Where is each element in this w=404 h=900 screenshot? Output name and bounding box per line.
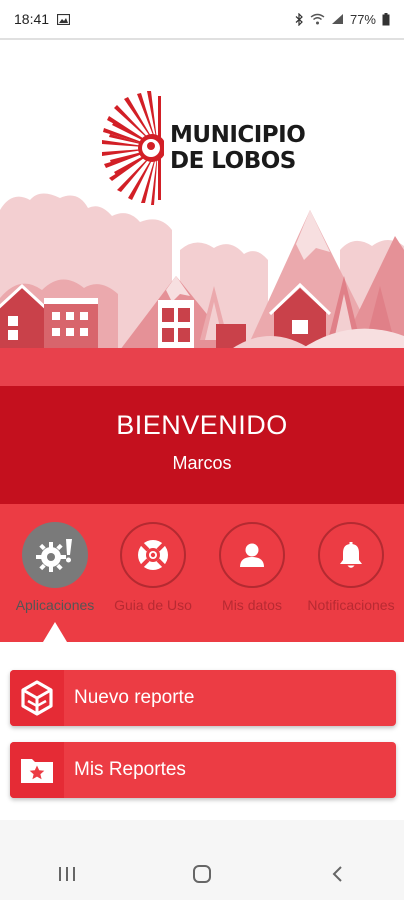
tab-mis-datos-circle[interactable] <box>219 522 285 588</box>
header: MUNICIPIO DE LOBOS <box>0 40 404 386</box>
battery-icon <box>382 12 390 25</box>
content-area: Nuevo reporte Mis Reportes <box>0 642 404 820</box>
tab-notificaciones-circle[interactable] <box>318 522 384 588</box>
my-reports-button[interactable]: Mis Reportes <box>10 742 396 798</box>
image-icon <box>57 13 71 25</box>
system-nav-bar <box>0 848 404 900</box>
tab-mis-datos[interactable]: Mis datos <box>202 522 302 613</box>
user-icon <box>240 543 264 567</box>
recent-apps-button[interactable] <box>37 854 97 894</box>
back-button[interactable] <box>307 854 367 894</box>
logo-text: MUNICIPIO DE LOBOS <box>170 122 306 174</box>
folder-star-icon <box>21 759 53 783</box>
logo-line-1: MUNICIPIO <box>170 122 306 148</box>
tab-aplicaciones-label: Aplicaciones <box>15 597 95 613</box>
sun-emblem-icon <box>102 91 164 205</box>
my-reports-icon-wrap <box>10 742 64 798</box>
bluetooth-icon <box>295 12 303 26</box>
tab-aplicaciones-circle[interactable] <box>22 522 88 588</box>
tab-mis-datos-label: Mis datos <box>222 597 282 613</box>
battery-percent: 77% <box>349 11 376 27</box>
status-time: 18:41 <box>14 11 50 27</box>
welcome-user-name: Marcos <box>172 453 232 473</box>
lifebuoy-icon <box>138 540 168 570</box>
tab-notificaciones[interactable]: Notificaciones <box>301 522 401 613</box>
home-icon <box>192 865 211 883</box>
wifi-icon <box>310 13 325 25</box>
municipio-logo: MUNICIPIO DE LOBOS <box>100 90 306 206</box>
signal-icon <box>331 14 343 24</box>
status-right: 77% <box>295 12 390 27</box>
landscape-illustration <box>0 193 404 386</box>
tab-guia-label: Guia de Uso <box>114 597 192 613</box>
back-icon <box>332 866 342 882</box>
bottom-strip <box>0 820 404 848</box>
tab-aplicaciones[interactable]: Aplicaciones <box>5 522 105 613</box>
new-report-icon <box>21 680 53 716</box>
new-report-label: Nuevo reporte <box>74 687 195 708</box>
tab-guia-de-uso[interactable]: Guia de Uso <box>103 522 203 613</box>
new-report-button[interactable]: Nuevo reporte <box>10 670 396 726</box>
status-left: 18:41 <box>14 11 71 27</box>
new-report-icon-wrap <box>10 670 64 726</box>
home-button[interactable] <box>172 854 232 894</box>
logo-line-2: DE LOBOS <box>170 148 296 174</box>
welcome-title: BIENVENIDO <box>116 410 288 440</box>
tab-guia-circle[interactable] <box>120 522 186 588</box>
welcome-banner: BIENVENIDO Marcos <box>0 386 404 504</box>
active-tab-pointer <box>43 622 67 642</box>
bell-icon <box>340 542 362 568</box>
recent-apps-icon <box>59 867 76 881</box>
my-reports-label: Mis Reportes <box>74 759 186 780</box>
tab-notificaciones-label: Notificaciones <box>307 597 395 613</box>
gear-icon <box>36 539 72 572</box>
status-bar: 18:41 77% <box>0 0 404 38</box>
